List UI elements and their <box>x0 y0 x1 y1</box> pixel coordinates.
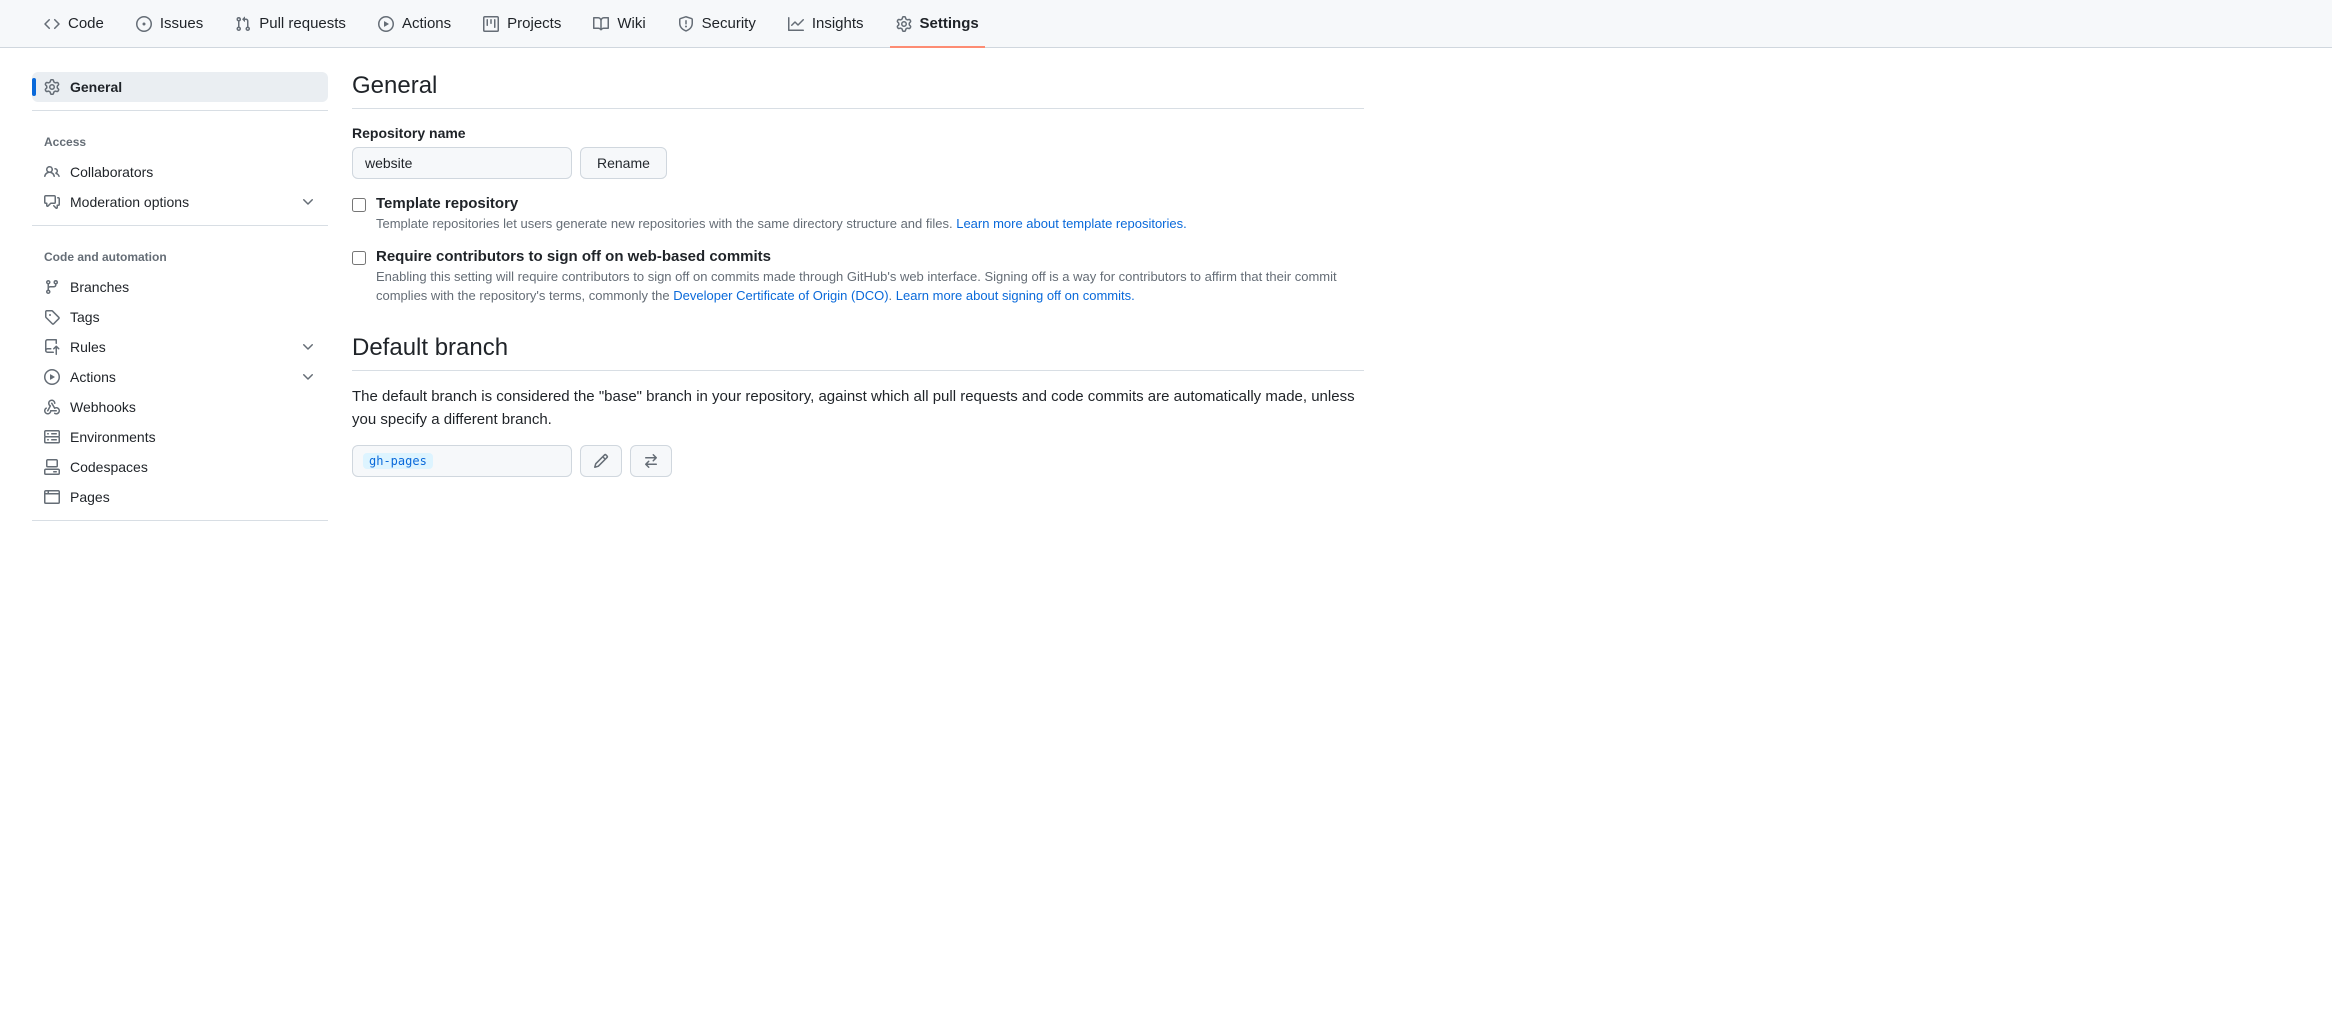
repo-name-label: Repository name <box>352 125 1364 141</box>
sidebar-item-label: Actions <box>70 369 116 385</box>
tab-issues[interactable]: Issues <box>124 0 215 48</box>
tab-wiki-label: Wiki <box>617 15 645 32</box>
gear-icon <box>44 79 60 95</box>
tab-issues-label: Issues <box>160 15 203 32</box>
pull-request-icon <box>235 16 251 32</box>
tag-icon <box>44 309 60 325</box>
issue-icon <box>136 16 152 32</box>
arrow-switch-icon <box>643 453 659 469</box>
sidebar-item-label: Rules <box>70 339 106 355</box>
signoff-title: Require contributors to sign off on web-… <box>376 248 1364 265</box>
sidebar-item-actions[interactable]: Actions <box>32 362 328 392</box>
pencil-icon <box>593 453 609 469</box>
tab-pull-requests-label: Pull requests <box>259 15 346 32</box>
play-icon <box>378 16 394 32</box>
template-repo-title: Template repository <box>376 195 1187 212</box>
signoff-desc: Enabling this setting will require contr… <box>376 267 1364 306</box>
tab-actions-label: Actions <box>402 15 451 32</box>
tab-projects-label: Projects <box>507 15 561 32</box>
tab-actions[interactable]: Actions <box>366 0 463 48</box>
sidebar-item-pages[interactable]: Pages <box>32 482 328 512</box>
sidebar-item-codespaces[interactable]: Codespaces <box>32 452 328 482</box>
rename-button[interactable]: Rename <box>580 147 667 179</box>
server-icon <box>44 429 60 445</box>
template-repo-checkbox[interactable] <box>352 198 366 212</box>
browser-icon <box>44 489 60 505</box>
switch-branch-button[interactable] <box>630 445 672 477</box>
tab-insights[interactable]: Insights <box>776 0 876 48</box>
signoff-learn-more-link[interactable]: Learn more about signing off on commits. <box>896 288 1135 303</box>
sidebar-item-rules[interactable]: Rules <box>32 332 328 362</box>
tab-wiki[interactable]: Wiki <box>581 0 657 48</box>
text: Template repositories let users generate… <box>376 216 956 231</box>
tab-security-label: Security <box>702 15 756 32</box>
repo-push-icon <box>44 339 60 355</box>
sidebar-item-environments[interactable]: Environments <box>32 422 328 452</box>
sidebar-item-label: Tags <box>70 309 100 325</box>
tab-code-label: Code <box>68 15 104 32</box>
tab-settings[interactable]: Settings <box>884 0 991 48</box>
tab-code[interactable]: Code <box>32 0 116 48</box>
branch-name-chip: gh-pages <box>363 453 433 469</box>
webhook-icon <box>44 399 60 415</box>
sidebar-item-label: Moderation options <box>70 194 189 210</box>
main-content: General Repository name Rename Template … <box>352 72 1364 529</box>
sidebar-item-label: Collaborators <box>70 164 153 180</box>
gear-icon <box>896 16 912 32</box>
default-branch-heading: Default branch <box>352 334 1364 371</box>
tab-pull-requests[interactable]: Pull requests <box>223 0 358 48</box>
tab-insights-label: Insights <box>812 15 864 32</box>
people-icon <box>44 164 60 180</box>
sidebar-item-label: Environments <box>70 429 156 445</box>
chevron-down-icon <box>300 339 316 355</box>
repo-name-input[interactable] <box>352 147 572 179</box>
shield-icon <box>678 16 694 32</box>
project-icon <box>483 16 499 32</box>
tab-settings-label: Settings <box>920 15 979 32</box>
sidebar-item-general[interactable]: General <box>32 72 328 102</box>
book-icon <box>593 16 609 32</box>
graph-icon <box>788 16 804 32</box>
page-title: General <box>352 72 1364 109</box>
sidebar-item-label: Webhooks <box>70 399 136 415</box>
play-icon <box>44 369 60 385</box>
rename-branch-button[interactable] <box>580 445 622 477</box>
sidebar-item-webhooks[interactable]: Webhooks <box>32 392 328 422</box>
sidebar-item-tags[interactable]: Tags <box>32 302 328 332</box>
code-icon <box>44 16 60 32</box>
template-repo-learn-more-link[interactable]: Learn more about template repositories. <box>956 216 1187 231</box>
branch-icon <box>44 279 60 295</box>
sidebar-item-moderation[interactable]: Moderation options <box>32 187 328 217</box>
dco-link[interactable]: Developer Certificate of Origin (DCO) <box>673 288 888 303</box>
sidebar-item-label: General <box>70 79 122 95</box>
divider <box>32 225 328 226</box>
divider <box>32 110 328 111</box>
signoff-checkbox[interactable] <box>352 251 366 265</box>
sidebar-section-access: Access <box>32 119 328 157</box>
sidebar-item-label: Branches <box>70 279 129 295</box>
codespaces-icon <box>44 459 60 475</box>
sidebar-item-branches[interactable]: Branches <box>32 272 328 302</box>
tab-security[interactable]: Security <box>666 0 768 48</box>
template-repo-desc: Template repositories let users generate… <box>376 214 1187 234</box>
settings-sidebar: General Access Collaborators Moderation … <box>32 72 328 529</box>
repo-tabs: Code Issues Pull requests Actions Projec… <box>0 0 2332 48</box>
sidebar-item-collaborators[interactable]: Collaborators <box>32 157 328 187</box>
tab-projects[interactable]: Projects <box>471 0 573 48</box>
default-branch-desc: The default branch is considered the "ba… <box>352 385 1364 432</box>
text: . <box>889 288 896 303</box>
sidebar-item-label: Pages <box>70 489 110 505</box>
chevron-down-icon <box>300 194 316 210</box>
chevron-down-icon <box>300 369 316 385</box>
default-branch-display: gh-pages <box>352 445 572 477</box>
sidebar-item-label: Codespaces <box>70 459 148 475</box>
sidebar-section-code-automation: Code and automation <box>32 234 328 272</box>
comment-discussion-icon <box>44 194 60 210</box>
divider <box>32 520 328 521</box>
